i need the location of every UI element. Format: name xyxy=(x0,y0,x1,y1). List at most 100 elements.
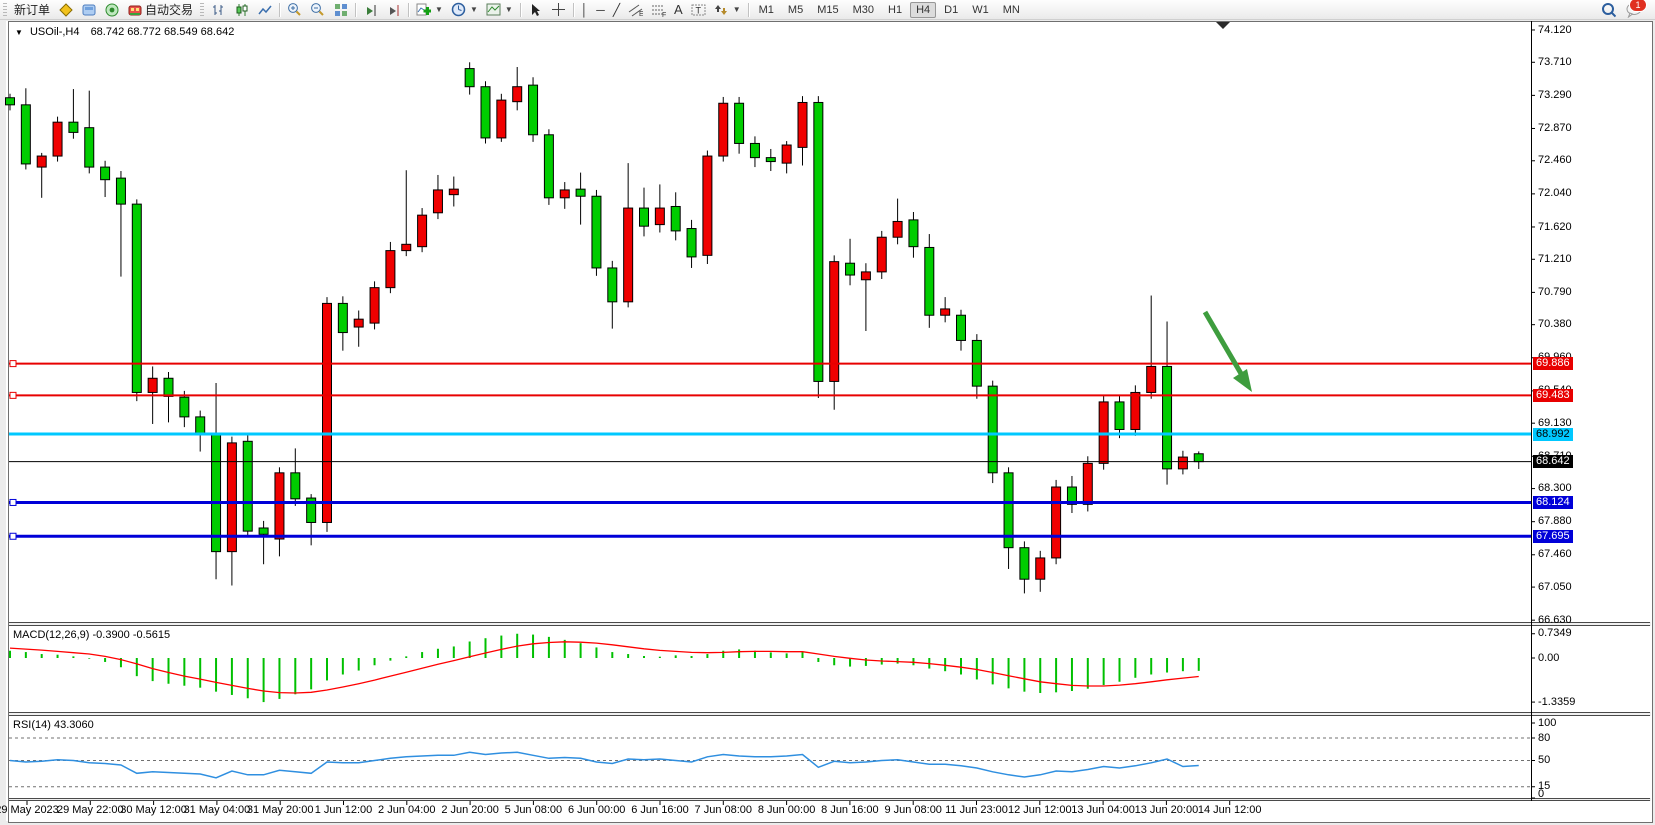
timeframe-H4[interactable]: H4 xyxy=(910,2,936,18)
price-line-tag: 67.695 xyxy=(1533,530,1573,543)
toolbar-grip[interactable] xyxy=(3,3,7,16)
svg-text:F: F xyxy=(662,12,666,17)
price-tick-label: 72.460 xyxy=(1538,154,1572,166)
price-line-tag: 69.886 xyxy=(1533,357,1573,370)
timeframe-M15[interactable]: M15 xyxy=(811,2,844,18)
price-tick-label: 71.620 xyxy=(1538,221,1572,233)
timeframe-D1[interactable]: D1 xyxy=(938,2,964,18)
time-tick-label: 2 Jun 20:00 xyxy=(441,804,499,816)
time-tick-label: 31 May 04:00 xyxy=(184,804,251,816)
rsi-axis-label: 50 xyxy=(1538,754,1550,766)
price-tick-label: 72.040 xyxy=(1538,187,1572,199)
cursor-tool[interactable] xyxy=(524,1,547,18)
price-line-tag: 68.642 xyxy=(1533,455,1573,468)
time-tick-label: 7 Jun 08:00 xyxy=(695,804,753,816)
timeframe-group: M1M5M15M30H1H4D1W1MN xyxy=(752,2,1027,18)
price-tick-label: 66.630 xyxy=(1538,614,1572,626)
time-tick-label: 6 Jun 00:00 xyxy=(568,804,626,816)
time-tick-label: 13 Jun 04:00 xyxy=(1071,804,1135,816)
new-order-button[interactable]: 新订单 xyxy=(10,1,54,18)
price-tick-label: 67.880 xyxy=(1538,515,1572,527)
timeframe-M1[interactable]: M1 xyxy=(753,2,780,18)
time-tick-label: 11 Jun 23:00 xyxy=(945,804,1008,816)
timeframe-M30[interactable]: M30 xyxy=(847,2,880,18)
text-tool[interactable]: A xyxy=(670,1,687,18)
timeframe-W1[interactable]: W1 xyxy=(966,2,995,18)
chart-ohlc-values: 68.742 68.772 68.549 68.642 xyxy=(91,26,235,38)
price-tick-label: 71.210 xyxy=(1538,253,1572,265)
text-label-tool[interactable]: T xyxy=(687,1,710,18)
mt4-platform: { "toolbar": { "new_order_label": "新订单",… xyxy=(0,0,1655,825)
price-tick-label: 74.120 xyxy=(1538,24,1572,36)
search-icon[interactable] xyxy=(1601,2,1616,17)
chevron-down-icon: ▼ xyxy=(435,5,443,14)
macd-axis-label: 0.00 xyxy=(1538,652,1559,664)
horizontal-line-tool[interactable]: ─ xyxy=(592,1,609,18)
chart-symbol-period: USOil-,H4 xyxy=(30,26,80,38)
equidistant-channel-tool[interactable]: E xyxy=(624,1,647,18)
time-tick-label: 2 Jun 04:00 xyxy=(378,804,436,816)
time-tick-label: 9 Jun 08:00 xyxy=(884,804,942,816)
candlestick-chart-icon[interactable] xyxy=(230,1,253,18)
bars-chart-icon[interactable] xyxy=(207,1,230,18)
auto-scroll-icon[interactable] xyxy=(359,1,382,18)
price-tick-label: 67.460 xyxy=(1538,548,1572,560)
timeframe-MN[interactable]: MN xyxy=(997,2,1026,18)
time-tick-label: 29 May 22:00 xyxy=(57,804,124,816)
time-tick-label: 29 May 2023 xyxy=(0,804,59,816)
time-tick-label: 5 Jun 08:00 xyxy=(505,804,563,816)
auto-trading-label: 自动交易 xyxy=(145,1,193,18)
new-order-label: 新订单 xyxy=(14,1,50,18)
chart-shift-marker[interactable] xyxy=(1216,22,1230,29)
chevron-down-icon: ▼ xyxy=(505,5,513,14)
chevron-down-icon: ▼ xyxy=(733,5,741,14)
price-tick-label: 70.790 xyxy=(1538,286,1572,298)
time-tick-label: 31 May 20:00 xyxy=(247,804,314,816)
time-tick-label: 14 Jun 12:00 xyxy=(1198,804,1262,816)
period-button[interactable]: ▼ xyxy=(447,1,482,18)
timeframe-M5[interactable]: M5 xyxy=(782,2,809,18)
price-line-tag: 68.992 xyxy=(1533,428,1573,441)
broadcast-icon[interactable] xyxy=(100,1,123,18)
chart-shift-icon[interactable] xyxy=(382,1,405,18)
rsi-axis-label: 100 xyxy=(1538,717,1556,729)
tile-windows-icon[interactable] xyxy=(329,1,352,18)
time-tick-label: 1 Jun 12:00 xyxy=(315,804,373,816)
profiles-icon[interactable] xyxy=(77,1,100,18)
macd-values: -0.3900 -0.5615 xyxy=(92,629,170,641)
time-tick-label: 12 Jun 12:00 xyxy=(1008,804,1072,816)
notification-badge: 1 xyxy=(1629,0,1647,12)
time-tick-label: 13 Jun 20:00 xyxy=(1135,804,1199,816)
time-tick-label: 8 Jun 16:00 xyxy=(821,804,879,816)
svg-text:T: T xyxy=(695,5,701,15)
price-line-tag: 69.483 xyxy=(1533,389,1573,402)
price-tick-label: 73.710 xyxy=(1538,56,1572,68)
time-tick-label: 8 Jun 00:00 xyxy=(758,804,816,816)
timeframe-H1[interactable]: H1 xyxy=(882,2,908,18)
fibonacci-tool[interactable]: F xyxy=(647,1,670,18)
chat-icon[interactable]: 1 xyxy=(1626,2,1641,17)
rsi-value: 43.3060 xyxy=(54,719,94,731)
macd-label: MACD(12,26,9) -0.3900 -0.5615 xyxy=(13,629,170,641)
price-tick-label: 67.050 xyxy=(1538,581,1572,593)
crosshair-tool[interactable] xyxy=(547,1,570,18)
price-tick-label: 73.290 xyxy=(1538,89,1572,101)
chart-title: ▼ USOil-,H4 68.742 68.772 68.549 68.642 xyxy=(15,26,234,38)
line-chart-icon[interactable] xyxy=(253,1,276,18)
price-tick-label: 70.380 xyxy=(1538,318,1572,330)
macd-axis-label: -1.3359 xyxy=(1538,696,1575,708)
add-indicator-button[interactable]: ▼ xyxy=(412,1,447,18)
zoom-out-icon[interactable] xyxy=(306,1,329,18)
zoom-in-icon[interactable] xyxy=(283,1,306,18)
price-line-tag: 68.124 xyxy=(1533,496,1573,509)
vertical-line-tool[interactable]: │ xyxy=(577,1,593,18)
arrows-tool[interactable]: ▼ xyxy=(710,1,745,18)
price-tick-label: 68.300 xyxy=(1538,482,1572,494)
templates-button[interactable]: ▼ xyxy=(482,1,517,18)
rsi-label: RSI(14) 43.3060 xyxy=(13,719,94,731)
pencil-icon[interactable] xyxy=(54,1,77,18)
macd-axis-label: 0.7349 xyxy=(1538,627,1572,639)
auto-trading-button[interactable]: 自动交易 xyxy=(123,1,197,18)
symbol-dropdown-icon[interactable]: ▼ xyxy=(15,28,23,37)
trendline-tool[interactable]: ╱ xyxy=(609,1,624,18)
